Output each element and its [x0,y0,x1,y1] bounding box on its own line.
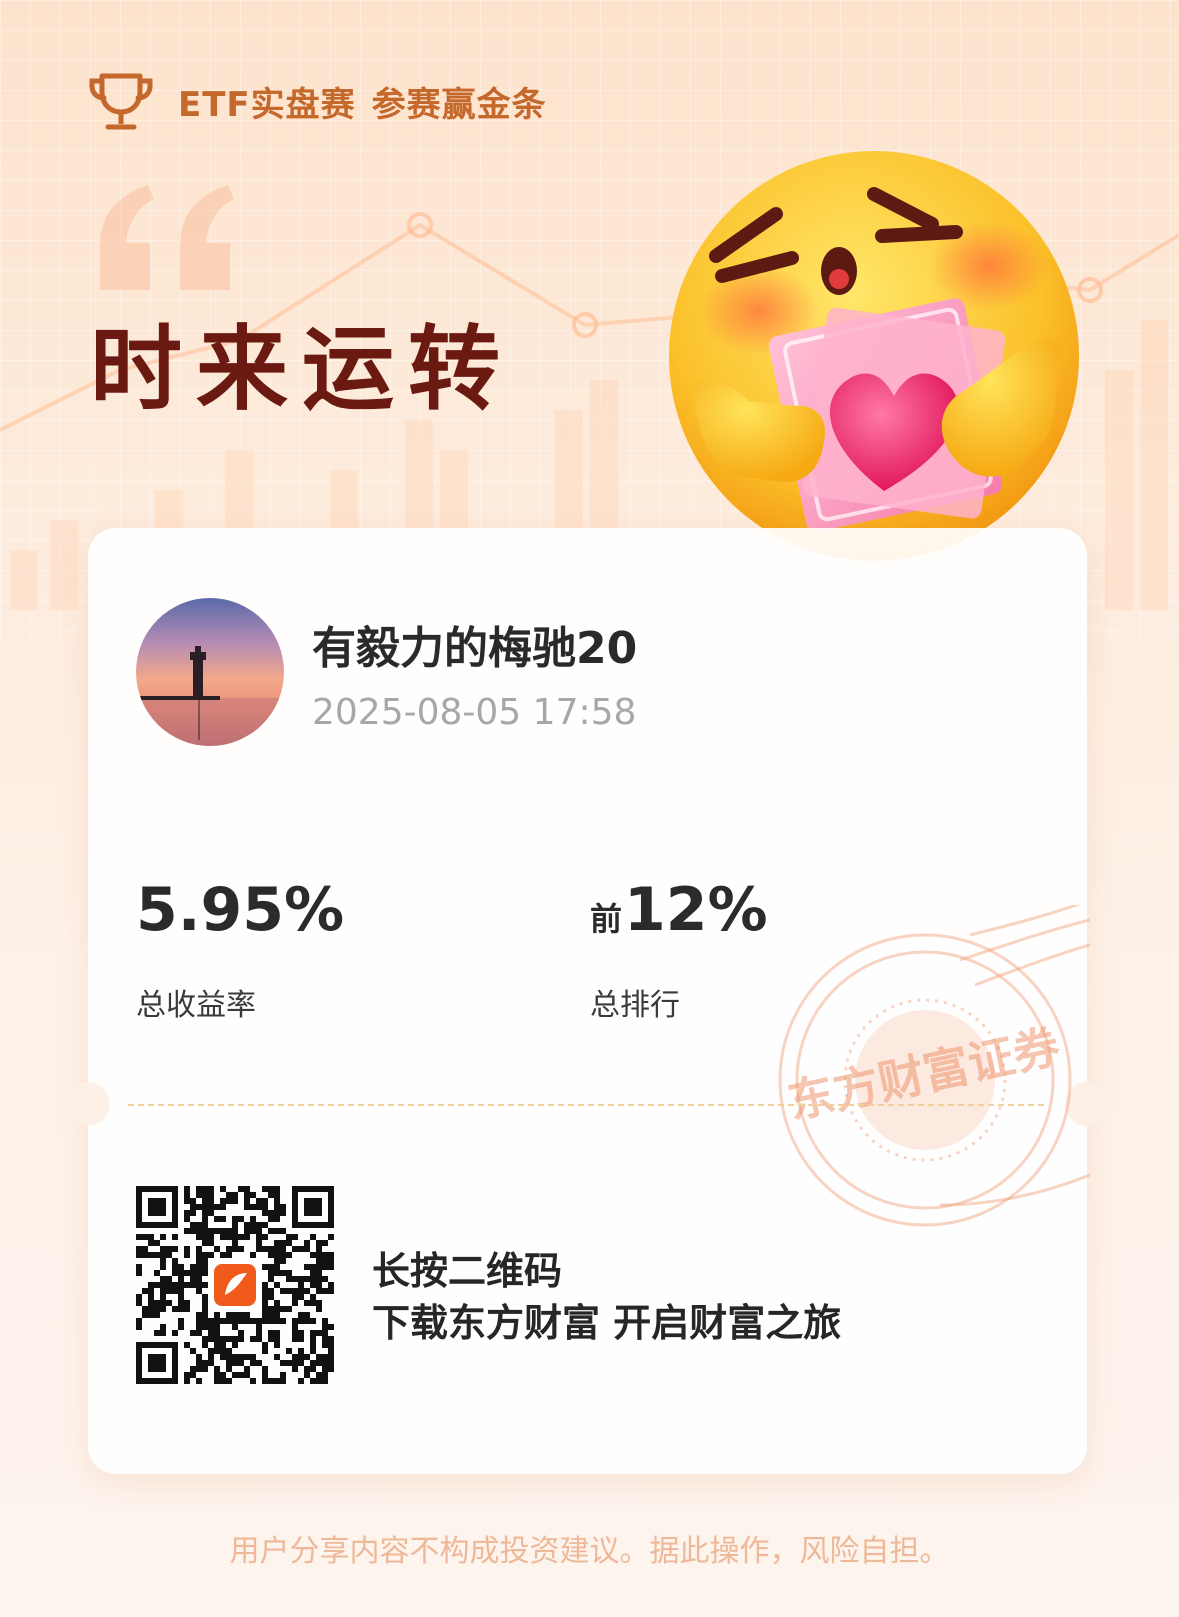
qr-finder-pattern [136,1342,178,1384]
qr-finder-pattern [292,1186,334,1228]
username: 有毅力的梅驰20 [312,623,638,674]
qr-finder-pattern [136,1186,178,1228]
contest-header: ETF实盘赛 参赛赢金条 [88,70,563,132]
total-return-value: 5.95% [136,875,345,945]
promo-line-1: 长按二维码 [372,1249,563,1293]
card-divider [128,1104,1044,1106]
risk-disclaimer: 用户分享内容不构成投资建议。据此操作，风险自担。 [229,1534,950,1569]
total-rank-label: 总排行 [590,988,680,1023]
quote-mark-icon [100,185,234,290]
brand-stamp-seal: 东方财富证券 [778,905,1090,1227]
trophy-icon [89,73,153,130]
avatar-lighthouse-image [136,598,284,746]
share-datetime: 2025-08-05 17:58 [312,692,637,733]
contest-title: ETF实盘赛 [178,84,356,125]
slogan-text: 时来运转 [90,316,515,423]
contest-subtitle: 参赛赢金条 [371,84,547,125]
avatar[interactable] [136,598,284,746]
rank-prefix: 前 [590,900,623,938]
rank-percent: 12% [624,875,768,945]
total-rank-value: 前12% [590,875,768,945]
total-return-label: 总收益率 [136,988,256,1023]
card-notch-left [66,1082,110,1126]
promo-line-2: 下载东方财富 开启财富之旅 [372,1301,842,1345]
download-qr-code[interactable] [136,1186,334,1384]
money-hug-emoji [669,151,1079,561]
